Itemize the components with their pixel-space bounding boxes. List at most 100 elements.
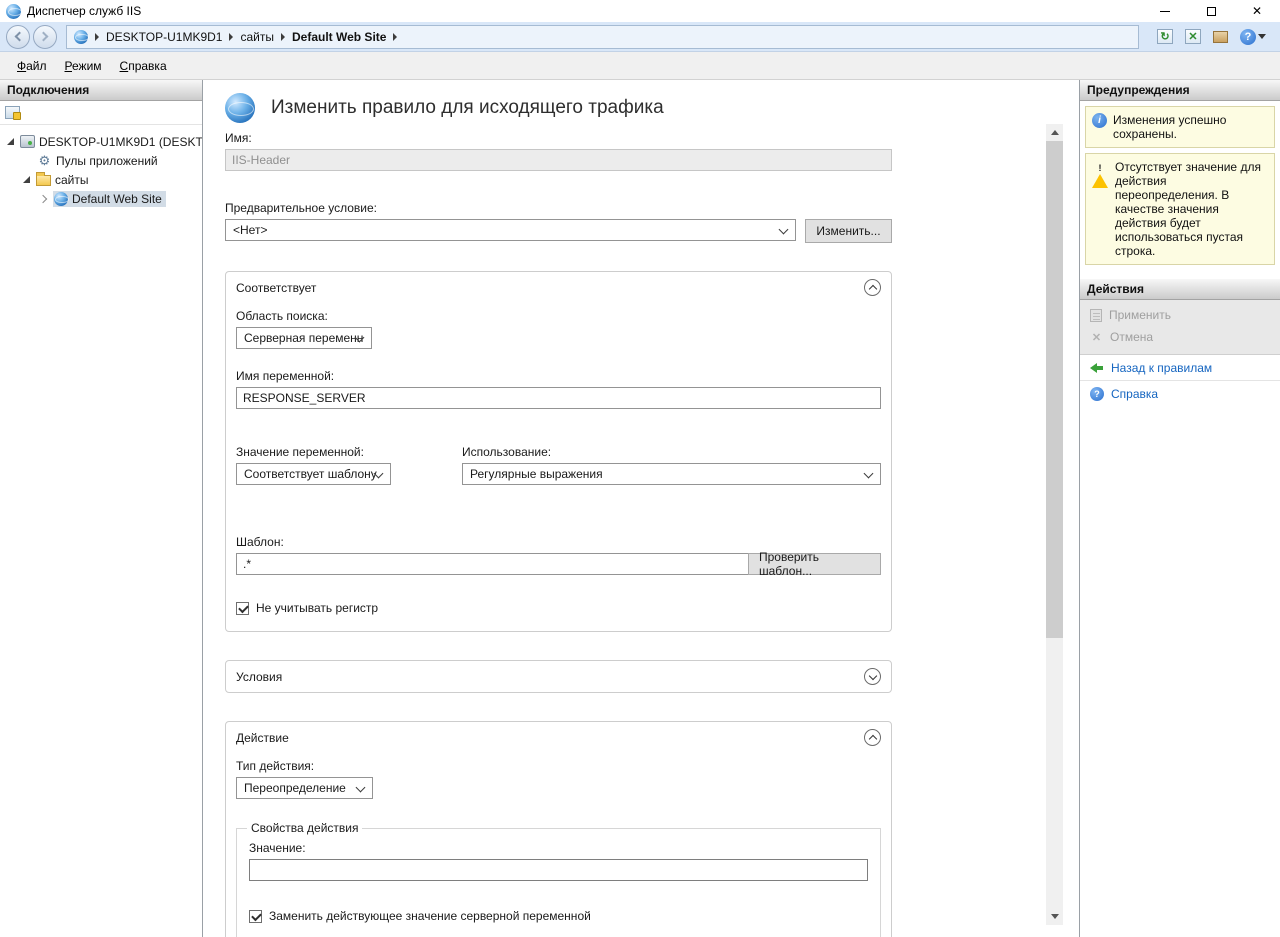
selected-tree-item[interactable]: Default Web Site — [53, 191, 166, 207]
tree-item-sites[interactable]: сайты — [0, 170, 202, 189]
menu-file[interactable]: Файл — [8, 55, 56, 77]
alert-info: i Изменения успешно сохранены. — [1085, 106, 1275, 148]
breadcrumb-separator-icon — [229, 33, 233, 41]
action-value-input[interactable] — [249, 859, 868, 881]
pattern-input[interactable] — [236, 553, 748, 575]
expander-icon[interactable] — [4, 138, 16, 145]
website-globe-icon — [54, 192, 68, 206]
forward-button[interactable] — [33, 25, 57, 49]
breadcrumb-separator-icon — [281, 33, 285, 41]
collapsed-chevron-icon — [39, 194, 47, 202]
alerts-header: Предупреждения — [1080, 80, 1280, 101]
breadcrumb-item-default-web-site[interactable]: Default Web Site — [292, 30, 386, 44]
using-select[interactable]: Регулярные выражения — [462, 463, 881, 485]
cancel-icon: ✕ — [1090, 331, 1103, 344]
help-menu-button[interactable]: ? — [1240, 29, 1266, 45]
conditions-section-title: Условия — [236, 670, 282, 684]
tree-item-app-pools[interactable]: ⚙ Пулы приложений — [0, 151, 202, 170]
expand-button[interactable] — [864, 668, 881, 685]
help-link[interactable]: ? Справка — [1080, 381, 1280, 407]
connections-toolbar — [0, 101, 202, 125]
scroll-down-button[interactable] — [1046, 908, 1063, 925]
precondition-select[interactable]: <Нет> — [225, 219, 796, 241]
breadcrumb: DESKTOP-U1MK9D1 сайты Default Web Site — [66, 25, 1139, 49]
variable-name-input[interactable] — [236, 387, 881, 409]
maximize-button[interactable] — [1188, 0, 1234, 22]
scope-label: Область поиска: — [236, 309, 881, 323]
page-title: Изменить правило для исходящего трафика — [271, 97, 664, 119]
menu-view[interactable]: Режим — [56, 55, 111, 77]
replace-value-checkbox[interactable] — [249, 910, 262, 923]
back-icon — [15, 32, 25, 42]
expander-icon[interactable] — [20, 176, 32, 183]
tree-item-label: DESKTOP-U1MK9D1 (DESKTOP — [39, 135, 202, 149]
stop-button[interactable]: ✕ — [1185, 29, 1201, 44]
scroll-down-icon — [1051, 914, 1059, 919]
tree-item-label: сайты — [55, 173, 89, 187]
name-label: Имя: — [225, 131, 892, 145]
scope-select[interactable]: Серверная переменн — [236, 327, 372, 349]
expanded-triangle-icon — [7, 138, 14, 145]
titlebar: Диспетчер служб IIS ✕ — [0, 0, 1280, 22]
package-icon[interactable] — [1213, 31, 1228, 43]
window-title: Диспетчер служб IIS — [27, 4, 141, 18]
tree-item-label: Default Web Site — [72, 192, 162, 206]
actions-header: Действия — [1080, 279, 1280, 300]
action-section: Действие Тип действия: Переопределение С… — [225, 721, 892, 937]
variable-name-label: Имя переменной: — [236, 369, 881, 383]
breadcrumb-site-icon — [74, 30, 88, 44]
help-label: Справка — [1111, 387, 1158, 401]
tree-item-default-web-site[interactable]: Default Web Site — [0, 189, 202, 208]
create-connection-icon[interactable] — [5, 106, 20, 119]
match-section-title: Соответствует — [236, 281, 316, 295]
vertical-scrollbar[interactable] — [1046, 124, 1063, 925]
pattern-label: Шаблон: — [236, 535, 881, 549]
collapse-button[interactable] — [864, 729, 881, 746]
warning-bang-icon: ! — [1092, 163, 1108, 173]
maximize-icon — [1207, 7, 1216, 16]
back-button[interactable] — [6, 25, 30, 49]
ignore-case-checkbox[interactable] — [236, 602, 249, 615]
using-label: Использование: — [462, 445, 881, 459]
cancel-button[interactable]: ✕ Отмена — [1080, 326, 1280, 348]
feature-globe-icon — [225, 93, 255, 123]
collapse-button[interactable] — [864, 279, 881, 296]
actions-disabled-group: Применить ✕ Отмена — [1080, 300, 1280, 355]
chevron-down-icon — [1258, 34, 1266, 39]
page-title-row: Изменить правило для исходящего трафика — [225, 93, 892, 123]
breadcrumb-separator-icon — [95, 33, 99, 41]
stop-icon: ✕ — [1188, 30, 1197, 43]
scroll-up-button[interactable] — [1046, 124, 1063, 141]
tree-item-server[interactable]: DESKTOP-U1MK9D1 (DESKTOP — [0, 132, 202, 151]
ignore-case-label: Не учитывать регистр — [256, 601, 378, 615]
cancel-label: Отмена — [1110, 330, 1153, 344]
action-type-value: Переопределение — [244, 781, 346, 795]
minimize-icon — [1160, 11, 1170, 12]
breadcrumb-item-server[interactable]: DESKTOP-U1MK9D1 — [106, 30, 222, 44]
apply-button[interactable]: Применить — [1080, 304, 1280, 326]
scrollbar-thumb[interactable] — [1046, 141, 1063, 638]
menu-bar: Файл Режим Справка — [0, 52, 1280, 80]
window-controls: ✕ — [1142, 0, 1280, 22]
refresh-button[interactable]: ↻ — [1157, 29, 1173, 44]
breadcrumb-separator-icon — [393, 33, 397, 41]
minimize-button[interactable] — [1142, 0, 1188, 22]
action-properties-group: Свойства действия Значение: Заменить дей… — [236, 821, 881, 937]
breadcrumb-item-sites[interactable]: сайты — [240, 30, 274, 44]
help-icon: ? — [1090, 387, 1104, 401]
test-pattern-button[interactable]: Проверить шаблон... — [748, 553, 881, 575]
action-type-select[interactable]: Переопределение — [236, 777, 373, 799]
warning-icon: ! — [1092, 160, 1109, 175]
apply-label: Применить — [1109, 308, 1171, 322]
back-to-rules-link[interactable]: Назад к правилам — [1080, 355, 1280, 381]
rule-name-input[interactable] — [225, 149, 892, 171]
help-icon: ? — [1240, 29, 1256, 45]
variable-value-select[interactable]: Соответствует шаблону — [236, 463, 391, 485]
precondition-edit-button[interactable]: Изменить... — [805, 219, 892, 243]
back-to-rules-label: Назад к правилам — [1111, 361, 1212, 375]
menu-help[interactable]: Справка — [111, 55, 176, 77]
expander-icon[interactable] — [37, 196, 49, 202]
close-button[interactable]: ✕ — [1234, 0, 1280, 22]
replace-value-label: Заменить действующее значение серверной … — [269, 909, 591, 923]
close-icon: ✕ — [1252, 4, 1262, 18]
